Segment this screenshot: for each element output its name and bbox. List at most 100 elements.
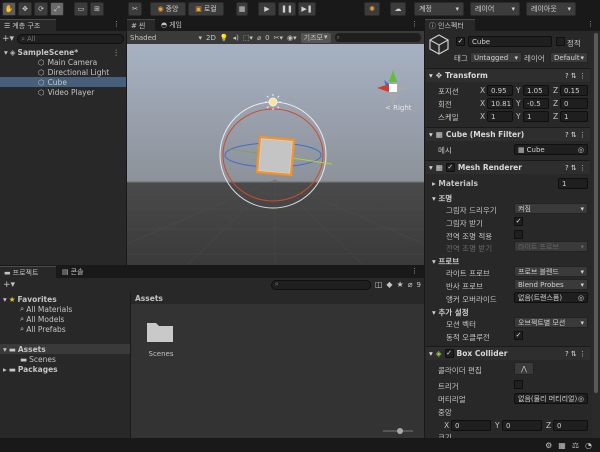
light-icon[interactable]: 💡 (220, 34, 229, 42)
position-z-field[interactable]: 0.15 (560, 85, 588, 96)
tools-icon[interactable]: ✂▾ (274, 34, 283, 42)
project-search[interactable]: ⌕ (270, 279, 371, 290)
hierarchy-item[interactable]: ⬡ Video Player (0, 87, 126, 97)
zoom-slider[interactable] (383, 428, 413, 434)
rotation-y-field[interactable]: -0.5 (523, 98, 549, 109)
scale-y-field[interactable]: 1 (523, 111, 549, 122)
object-picker-icon[interactable]: ◎ (578, 395, 584, 403)
filter-label-icon[interactable]: ◆ (386, 280, 392, 289)
more-icon[interactable]: ⋮ (587, 20, 594, 28)
shading-dropdown[interactable]: Shaded ▾ (130, 34, 202, 42)
object-picker-icon[interactable]: ◎ (578, 146, 584, 154)
component-menu-icons[interactable]: ? ⇅ ⋮ (565, 164, 586, 172)
folder-item[interactable]: ▬ Scenes (0, 354, 130, 364)
contribute-gi-checkbox[interactable] (514, 230, 523, 239)
debug-icon[interactable]: ⚙ (545, 441, 552, 450)
add-button[interactable]: +▾ (2, 34, 14, 44)
pivot-toggle[interactable]: ◉ 중앙 (150, 2, 186, 16)
local-toggle[interactable]: ▣ 로컬 (188, 2, 224, 16)
tag-dropdown[interactable]: Untagged ▾ (470, 52, 522, 63)
assets-row[interactable]: ▾ ▬ Assets (0, 344, 130, 354)
scrollbar[interactable] (592, 31, 600, 438)
rotation-z-field[interactable]: 0 (560, 98, 588, 109)
mesh-filter-header[interactable]: ▾ ▦ Cube (Mesh Filter) ? ⇅ ⋮ (426, 127, 590, 141)
anchor-override-field[interactable]: 없음(트랜스폼) ◎ (514, 292, 588, 303)
tab-scene[interactable]: # 씬 (127, 19, 155, 31)
materials-label[interactable]: ▸ Materials (432, 179, 478, 188)
component-menu-icons[interactable]: ? ⇅ ⋮ (565, 131, 586, 139)
position-x-field[interactable]: 0.95 (487, 85, 513, 96)
gizmos-dropdown[interactable]: 기즈모 ▾ (300, 32, 331, 43)
position-y-field[interactable]: 1.05 (523, 85, 549, 96)
hierarchy-item-selected[interactable]: ⬡ Cube (0, 77, 126, 87)
folder-icon[interactable] (145, 318, 175, 344)
visibility-icon[interactable]: ⌀ (408, 280, 413, 289)
mode-2d-toggle[interactable]: 2D (206, 34, 216, 42)
grid-snap-button[interactable]: ▦ (236, 2, 248, 16)
cloud-button[interactable]: ☁ (390, 2, 406, 16)
rotation-x-field[interactable]: 10.81 (487, 98, 513, 109)
services-button[interactable]: ✺ (364, 2, 380, 16)
static-checkbox[interactable] (556, 37, 565, 46)
account-dropdown[interactable]: 계정 ▾ (414, 2, 464, 16)
more-icon[interactable]: ⋮ (113, 48, 121, 57)
materials-count-field[interactable]: 1 (558, 178, 588, 189)
cast-shadows-dropdown[interactable]: 켜짐 ▾ (514, 203, 588, 214)
camera-icon[interactable]: ◉▾ (287, 34, 297, 42)
audio-icon[interactable]: ◂) (233, 34, 239, 42)
tab-inspector[interactable]: ⓘ 인스펙터 (425, 19, 475, 31)
breadcrumb[interactable]: Assets (131, 292, 424, 304)
tab-hierarchy[interactable]: ☰ 계층 구조 (0, 19, 56, 31)
hand-tool-button[interactable]: ✋ (2, 2, 16, 16)
receive-shadows-checkbox[interactable]: ✓ (514, 217, 523, 226)
box-collider-header[interactable]: ▾ ◈ ✓ Box Collider ? ⇅ ⋮ (426, 346, 590, 360)
layer-dropdown[interactable]: Default ▾ (550, 52, 588, 63)
hierarchy-search[interactable]: ⌕ All (17, 34, 124, 44)
probes-section[interactable]: ▾ 프로브 (432, 256, 459, 267)
motion-vectors-dropdown[interactable]: 오브젝트별 모션 ▾ (514, 317, 588, 328)
edit-collider-button[interactable]: ⋀ (514, 362, 534, 375)
reflection-probes-dropdown[interactable]: Blend Probes ▾ (514, 279, 588, 290)
step-button[interactable]: ▶❚ (298, 2, 316, 16)
active-checkbox[interactable]: ✓ (456, 37, 465, 46)
filter-type-icon[interactable]: ◫ (375, 280, 383, 289)
additional-settings-section[interactable]: ▾ 추가 설정 (432, 307, 469, 318)
center-z-field[interactable]: 0 (553, 420, 588, 431)
add-button[interactable]: +▾ (3, 280, 15, 290)
object-name-field[interactable]: Cube (468, 36, 552, 47)
hierarchy-item[interactable]: ⬡ Directional Light (0, 67, 126, 77)
packages-row[interactable]: ▸ ▬ Packages (0, 364, 130, 374)
tab-console[interactable]: ▤ 콘솔 (58, 266, 94, 278)
tab-game[interactable]: ◓ 게임 (157, 19, 191, 31)
scene-search[interactable]: ⌕ (334, 33, 421, 42)
more-icon[interactable]: ⋮ (113, 20, 120, 28)
rotate-tool-button[interactable]: ⟳ (34, 2, 48, 16)
object-picker-icon[interactable]: ◎ (578, 294, 584, 302)
center-x-field[interactable]: 0 (451, 420, 491, 431)
play-button[interactable]: ▶ (258, 2, 276, 16)
move-tool-button[interactable]: ✥ (18, 2, 32, 16)
scene-row[interactable]: ▾ ◈ SampleScene* ⋮ (0, 47, 126, 57)
more-icon[interactable]: ⋮ (411, 267, 418, 275)
pause-button[interactable]: ❚❚ (278, 2, 296, 16)
favorite-item[interactable]: ⌕ All Models (0, 314, 130, 324)
favorite-item[interactable]: ⌕ All Prefabs (0, 324, 130, 334)
layers-dropdown[interactable]: 레이어 ▾ (470, 2, 520, 16)
transform-tool-button[interactable]: ⊞ (90, 2, 104, 16)
scale-z-field[interactable]: 1 (560, 111, 588, 122)
hierarchy-item[interactable]: ⬡ Main Camera (0, 57, 126, 67)
center-y-field[interactable]: 0 (502, 420, 542, 431)
tab-project[interactable]: ▬ 프로젝트 (0, 266, 56, 278)
mesh-renderer-header[interactable]: ▾ ▦ ✓ Mesh Renderer ? ⇅ ⋮ (426, 160, 590, 174)
trigger-checkbox[interactable] (514, 380, 523, 389)
component-menu-icons[interactable]: ? ⇅ ⋮ (565, 350, 586, 358)
lighting-section[interactable]: ▾ 조명 (432, 193, 452, 204)
folder-label[interactable]: Scenes (141, 350, 181, 358)
scale-tool-button[interactable]: ⤢ (50, 2, 64, 16)
component-menu-icons[interactable]: ? ⇅ ⋮ (565, 72, 586, 80)
layout-dropdown[interactable]: 레이아웃 ▾ (526, 2, 576, 16)
favorite-item[interactable]: ⌕ All Materials (0, 304, 130, 314)
physics-material-field[interactable]: 없음(물리 머티리얼) ◎ (514, 393, 588, 404)
custom-tool-button[interactable]: ✂ (128, 2, 142, 16)
scene-viewport[interactable]: < Right (127, 44, 424, 265)
